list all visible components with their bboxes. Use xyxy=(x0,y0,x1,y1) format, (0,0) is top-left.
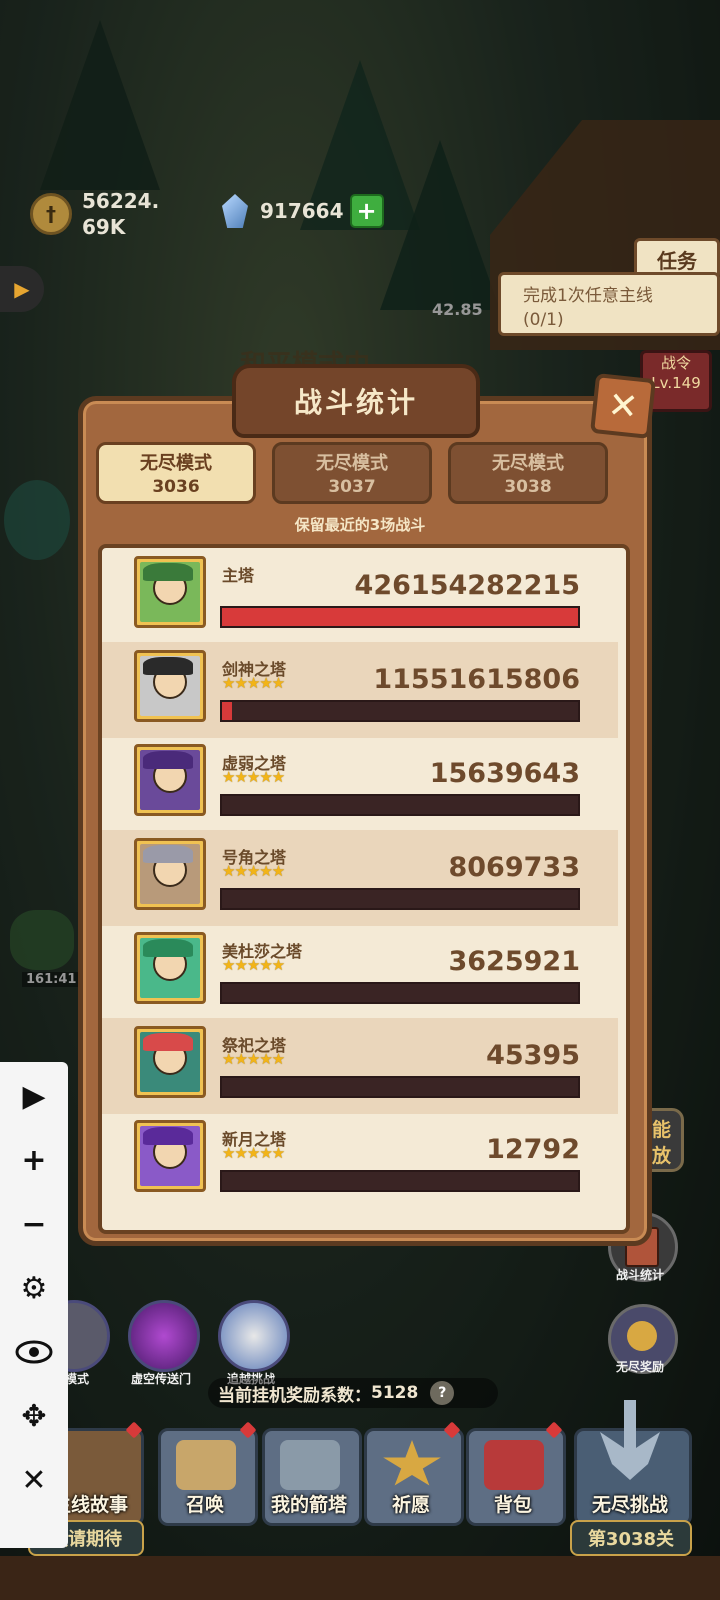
gem-amount: 917664 xyxy=(260,199,344,223)
bottom-bar xyxy=(0,1556,720,1600)
coef-label: 当前挂机奖励系数： xyxy=(218,1385,371,1406)
close-modal-button[interactable]: ✕ xyxy=(590,373,656,439)
nav-summon-label: 召唤 xyxy=(185,1494,224,1516)
idle-reward-coefficient: 当前挂机奖励系数： 5128 ? xyxy=(208,1378,498,1408)
damage-bar xyxy=(220,1076,580,1098)
damage-bar xyxy=(220,794,580,816)
damage-bar xyxy=(220,700,580,722)
tab-battle-3037[interactable]: 无尽模式 3037 xyxy=(272,442,432,504)
tower-row-sword: 剑神之塔 ★★★★★ 11551615806 xyxy=(102,642,618,738)
scroll-icon xyxy=(176,1440,236,1490)
close-icon[interactable]: ✕ xyxy=(10,1456,58,1504)
battle-pass-label: 战令 xyxy=(660,354,691,372)
tower-portrait xyxy=(134,650,206,722)
gem-resource: 917664 + xyxy=(222,194,384,228)
tower-portrait xyxy=(134,744,206,816)
tab-battle-id: 3036 xyxy=(152,477,200,497)
void-portal-label: 虚空传送门 xyxy=(130,1372,191,1386)
quest-progress: (0/1) xyxy=(523,310,564,330)
modal-title: 战斗统计 xyxy=(232,364,480,438)
gem-icon xyxy=(222,194,248,228)
tab-battle-id: 3038 xyxy=(504,477,552,497)
play-icon[interactable]: ▶ xyxy=(10,1072,58,1120)
help-icon[interactable]: ? xyxy=(430,1381,455,1405)
coef-value: 5128 xyxy=(371,1383,419,1403)
chase-challenge-button[interactable] xyxy=(218,1300,290,1372)
tower-damage: 45395 xyxy=(486,1040,580,1071)
tower-portrait xyxy=(134,556,206,628)
star-rating: ★★★★★ xyxy=(222,1050,285,1068)
coin-icon: † xyxy=(30,193,72,235)
gold-amount-line1: 56224. xyxy=(82,189,160,213)
tab-battle-id: 3037 xyxy=(328,477,376,497)
tower-damage-list[interactable]: 主塔 426154282215 剑神之塔 ★★★★★ 11551615806 虚… xyxy=(98,544,630,1234)
tower-damage: 426154282215 xyxy=(354,570,580,601)
damage-bar-fill xyxy=(222,702,232,720)
tower-damage: 15639643 xyxy=(429,758,580,789)
nav-endless-challenge-label: 无尽挑战 xyxy=(591,1494,668,1516)
star-rating: ★★★★★ xyxy=(222,768,285,786)
tower-name: 主塔 xyxy=(222,566,255,585)
tab-mode-label: 无尽模式 xyxy=(316,453,388,474)
add-gems-button[interactable]: + xyxy=(349,194,384,228)
gold-amount-line2: 69K xyxy=(82,215,126,239)
star-rating: ★★★★★ xyxy=(222,956,285,974)
quest-panel[interactable]: 完成1次任意主线 (0/1) xyxy=(498,272,720,336)
damage-bar xyxy=(220,888,580,910)
tab-battle-3038[interactable]: 无尽模式 3038 xyxy=(448,442,608,504)
tab-mode-label: 无尽模式 xyxy=(140,453,212,474)
reward-chest-icon xyxy=(627,1321,657,1351)
tower-portrait xyxy=(134,838,206,910)
nav-backpack-label: 背包 xyxy=(493,1494,532,1516)
tower-portrait xyxy=(134,932,206,1004)
tower-row-ritual: 祭祀之塔 ★★★★★ 45395 xyxy=(102,1018,618,1114)
eye-svg xyxy=(15,1340,53,1364)
tower-icon xyxy=(280,1440,340,1490)
tower-row-weak: 虚弱之塔 ★★★★★ 15639643 xyxy=(102,736,618,832)
tower-portrait xyxy=(134,1120,206,1192)
backpack-icon xyxy=(484,1440,544,1490)
damage-bar xyxy=(220,606,580,628)
nav-wish-label: 祈愿 xyxy=(391,1494,430,1516)
tower-row-main: 主塔 426154282215 xyxy=(102,548,618,644)
tower-row-medusa: 美杜莎之塔 ★★★★★ 3625921 xyxy=(102,924,618,1020)
tab-battle-3036[interactable]: 无尽模式 3036 xyxy=(96,442,256,504)
minus-icon[interactable]: − xyxy=(10,1200,58,1248)
tower-portrait xyxy=(134,1026,206,1098)
tower-row-horn: 号角之塔 ★★★★★ 8069733 xyxy=(102,830,618,926)
star-rating: ★★★★★ xyxy=(222,1144,285,1162)
move-icon[interactable]: ✥ xyxy=(10,1392,58,1440)
expand-left-button[interactable]: ▶ xyxy=(0,266,44,312)
floating-toolbar: ▶ + − ⚙ ✥ ✕ xyxy=(0,1062,68,1548)
gear-icon[interactable]: ⚙ xyxy=(10,1264,58,1312)
endless-reward-label: 无尽奖励 xyxy=(615,1360,664,1374)
damage-bar-fill xyxy=(222,608,578,626)
damage-bar xyxy=(220,1170,580,1192)
retention-note: 保留最近的3场战斗 xyxy=(294,516,426,534)
plus-icon[interactable]: + xyxy=(10,1136,58,1184)
tab-mode-label: 无尽模式 xyxy=(492,453,564,474)
star-rating: ★★★★★ xyxy=(222,674,285,692)
nav-my-towers-label: 我的箭塔 xyxy=(270,1494,347,1516)
tower-damage: 3625921 xyxy=(448,946,580,977)
eye-icon[interactable] xyxy=(10,1328,58,1376)
void-portal-button[interactable] xyxy=(128,1300,200,1372)
tower-damage: 11551615806 xyxy=(373,664,580,695)
endless-level-tag: 第3038关 xyxy=(570,1520,692,1556)
quest-text: 完成1次任意主线 xyxy=(523,286,653,306)
close-icon: ✕ xyxy=(605,384,641,428)
tower-damage: 12792 xyxy=(486,1134,580,1165)
tower-row-crescent: 新月之塔 ★★★★★ 12792 xyxy=(102,1112,618,1208)
gold-resource: † 56224. 69K xyxy=(30,188,159,240)
battle-stats-label: 战斗统计 xyxy=(615,1268,664,1282)
star-rating: ★★★★★ xyxy=(222,862,285,880)
tower-damage: 8069733 xyxy=(448,852,580,883)
damage-bar xyxy=(220,982,580,1004)
